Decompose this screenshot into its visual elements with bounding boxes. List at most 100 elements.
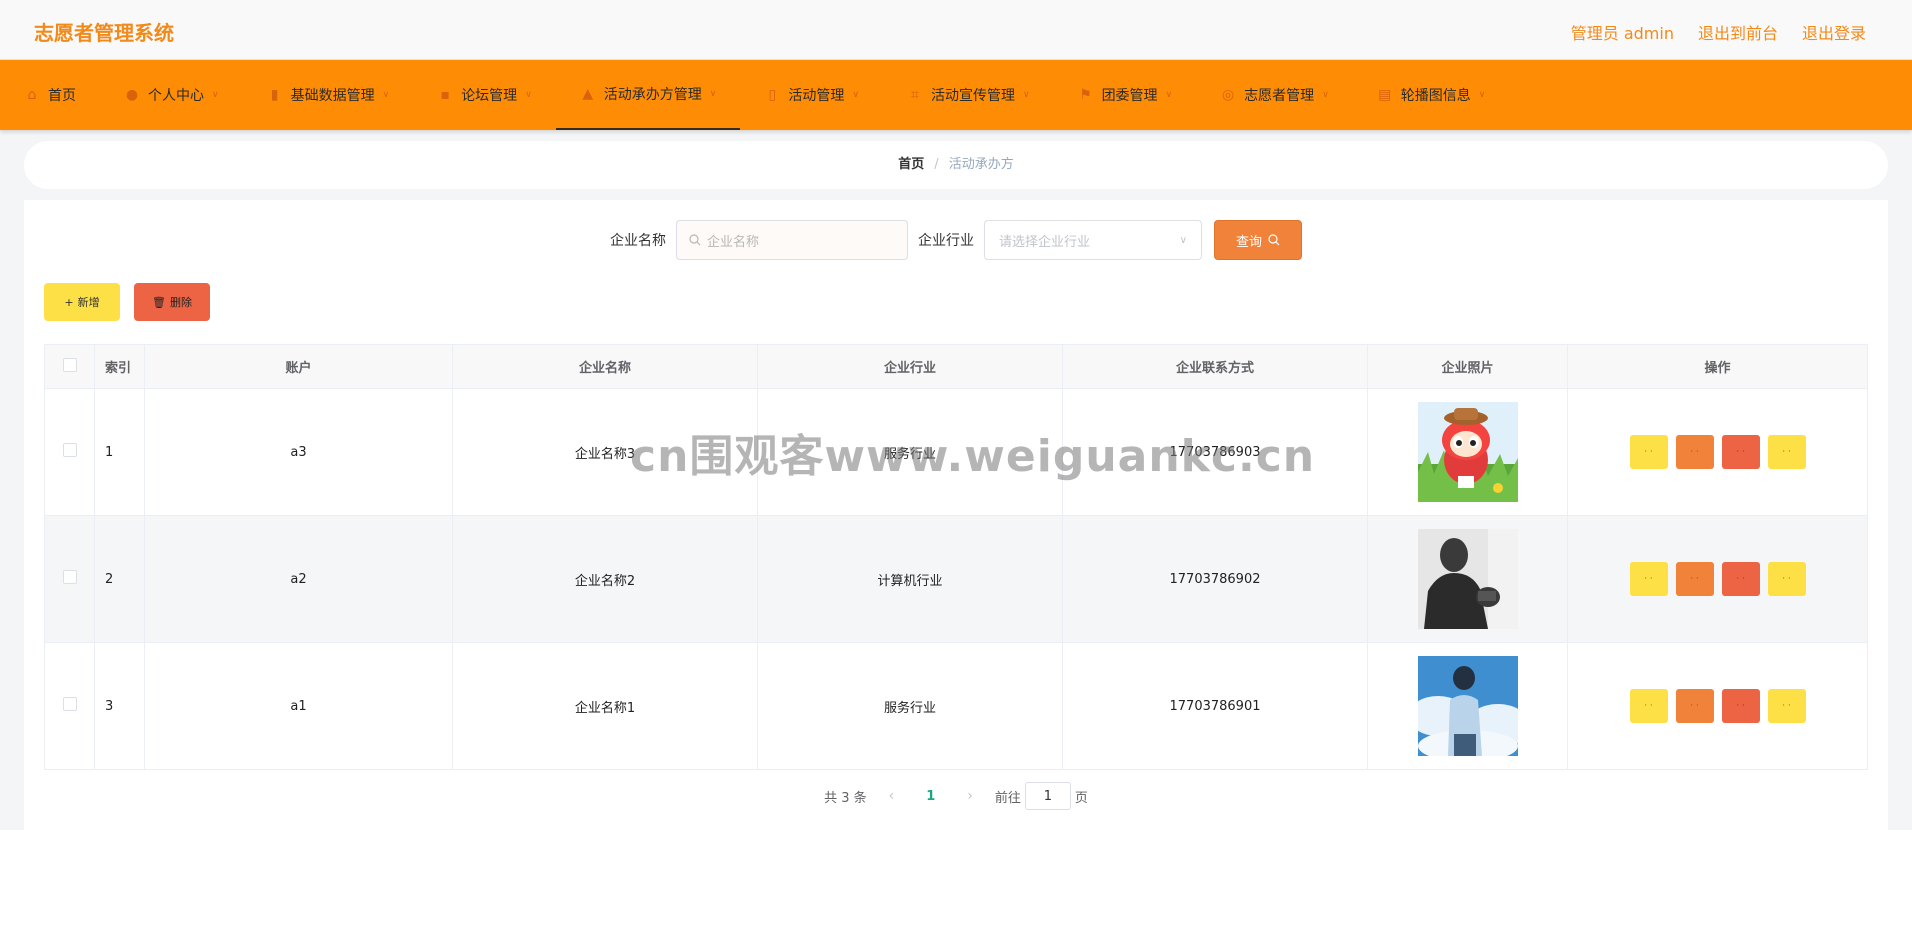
industry-label: 企业行业: [918, 233, 974, 249]
nav-item-activity[interactable]: ▯ 活动管理 ∨: [740, 60, 883, 130]
nav-label: 个人中心: [148, 88, 204, 104]
header-index: 索引: [94, 344, 145, 389]
app-title: 志愿者管理系统: [34, 21, 174, 45]
select-all-cell: [44, 344, 95, 389]
row-select-cell: [44, 642, 95, 770]
nav-item-promotion[interactable]: ⌗ 活动宣传管理 ∨: [883, 60, 1054, 130]
header-industry: 企业行业: [757, 344, 1063, 389]
row-checkbox[interactable]: [62, 697, 77, 711]
delete-button[interactable]: 🗑 删除: [134, 283, 210, 321]
nav-item-volunteer[interactable]: ◎ 志愿者管理 ∨: [1196, 60, 1353, 130]
cartoon-cat-photo[interactable]: [1417, 402, 1518, 502]
cell-industry: 服务行业: [757, 642, 1063, 770]
goto-page-input[interactable]: 1: [1024, 782, 1071, 810]
nav-item-home[interactable]: ⌂ 首页: [22, 60, 100, 130]
chevron-down-icon: ∨: [1022, 90, 1030, 100]
pagination: 共 3 条 ‹ 1 › 前往 1 页: [0, 782, 1912, 810]
row-delete-button[interactable]: · ·: [1721, 435, 1760, 469]
edit-button[interactable]: · ·: [1675, 562, 1714, 596]
breadcrumb-separator: /: [934, 157, 939, 172]
name-search-input[interactable]: 企业名称: [676, 220, 908, 260]
edit-button[interactable]: · ·: [1675, 435, 1714, 469]
nav-item-basic-data[interactable]: ▮ 基础数据管理 ∨: [243, 60, 414, 130]
query-button[interactable]: 查询: [1214, 220, 1302, 260]
chevron-down-icon: ∨: [709, 89, 717, 99]
row-checkbox[interactable]: [62, 570, 77, 584]
cell-index: 1: [94, 388, 145, 516]
nav-item-league[interactable]: ⚑ 团委管理 ∨: [1054, 60, 1197, 130]
cell-industry: 计算机行业: [757, 515, 1063, 643]
watermark-text: cn围观客www.weiguankc.cn: [630, 431, 1316, 482]
nav-item-profile[interactable]: ● 个人中心 ∨: [100, 60, 243, 130]
nav-label: 团委管理: [1101, 88, 1158, 104]
chevron-down-icon: ∨: [852, 90, 859, 100]
logout-link[interactable]: 退出登录: [1802, 20, 1866, 44]
cell-index: 2: [94, 515, 145, 643]
anime-boy-sky-photo[interactable]: [1417, 656, 1518, 756]
search-icon: [689, 234, 701, 246]
silhouette-man-photo[interactable]: [1417, 529, 1518, 629]
nav-item-carousel[interactable]: ▤ 轮播图信息 ∨: [1353, 60, 1510, 130]
bar-chart-icon: ▮: [270, 87, 279, 103]
chevron-down-icon: ∨: [1478, 90, 1486, 100]
flag-icon: ⚑: [1079, 87, 1092, 103]
row-delete-button[interactable]: · ·: [1721, 562, 1760, 596]
cell-company-name: 企业名称1: [452, 642, 758, 770]
detail-button[interactable]: · ·: [1629, 435, 1668, 469]
header-photo: 企业照片: [1367, 344, 1568, 389]
nav-item-forum[interactable]: ▪ 论坛管理 ∨: [413, 60, 556, 130]
cell-photo: [1367, 388, 1568, 516]
chevron-down-icon: ∨: [212, 90, 219, 100]
row-delete-button[interactable]: · ·: [1721, 689, 1760, 723]
prev-page-icon[interactable]: ‹: [881, 788, 903, 804]
search-icon: [1268, 234, 1280, 246]
cell-photo: [1367, 642, 1568, 770]
extra-action-button[interactable]: · ·: [1767, 562, 1806, 596]
exit-front-link[interactable]: 退出到前台: [1698, 20, 1778, 44]
aim-icon: ◎: [1222, 87, 1235, 103]
edit-button[interactable]: · ·: [1675, 689, 1714, 723]
row-select-cell: [44, 515, 95, 643]
add-button[interactable]: + 新增: [44, 283, 120, 321]
breadcrumb: 首页 / 活动承办方: [24, 141, 1888, 189]
chevron-down-icon: ∨: [1179, 234, 1187, 246]
next-page-icon[interactable]: ›: [959, 788, 981, 804]
add-label: 新增: [77, 296, 100, 309]
home-icon: ⌂: [27, 87, 37, 103]
nav-label: 轮播图信息: [1400, 88, 1471, 104]
industry-select[interactable]: 请选择企业行业 ∨: [984, 220, 1202, 260]
extra-action-button[interactable]: · ·: [1767, 689, 1806, 723]
name-label: 企业名称: [610, 233, 666, 249]
breadcrumb-home[interactable]: 首页: [898, 157, 924, 172]
cell-contact: 17703786901: [1062, 642, 1368, 770]
nav-item-organizer[interactable]: ▲ 活动承办方管理 ∨: [555, 60, 741, 130]
detail-button[interactable]: · ·: [1629, 562, 1668, 596]
detail-button[interactable]: · ·: [1629, 689, 1668, 723]
row-select-cell: [44, 388, 95, 516]
cell-index: 3: [94, 642, 145, 770]
cell-contact: 17703786902: [1062, 515, 1368, 643]
select-all-checkbox[interactable]: [62, 357, 77, 372]
chevron-down-icon: ∨: [382, 90, 390, 100]
page-number-current[interactable]: 1: [916, 789, 945, 804]
chevron-down-icon: ∨: [1165, 90, 1173, 100]
crop-icon: ⌗: [911, 87, 919, 103]
query-label: 查询: [1235, 234, 1262, 250]
chat-icon: ▪: [440, 87, 450, 103]
admin-link[interactable]: 管理员 admin: [1571, 20, 1674, 44]
name-placeholder: 企业名称: [707, 234, 760, 250]
main-nav: ⌂ 首页 ● 个人中心 ∨ ▮ 基础数据管理 ∨ ▪ 论坛管理 ∨ ▲ 活动承办…: [0, 60, 1912, 130]
industry-placeholder: 请选择企业行业: [999, 234, 1091, 250]
delete-label: 删除: [169, 296, 192, 309]
cell-account: a1: [144, 642, 453, 770]
chevron-down-icon: ∨: [1322, 90, 1329, 100]
breadcrumb-current: 活动承办方: [948, 157, 1014, 172]
header-account: 账户: [144, 344, 453, 389]
table-row: 2 a2 企业名称2 计算机行业 17703786902 · · · · · ·…: [44, 515, 1868, 643]
nav-label: 志愿者管理: [1244, 88, 1315, 104]
table-row: 3 a1 企业名称1 服务行业 17703786901 · · · · · · …: [44, 642, 1868, 770]
nav-label: 活动承办方管理: [603, 87, 702, 103]
extra-action-button[interactable]: · ·: [1767, 435, 1806, 469]
cell-actions: · · · · · · · ·: [1567, 642, 1868, 770]
row-checkbox[interactable]: [62, 443, 77, 457]
